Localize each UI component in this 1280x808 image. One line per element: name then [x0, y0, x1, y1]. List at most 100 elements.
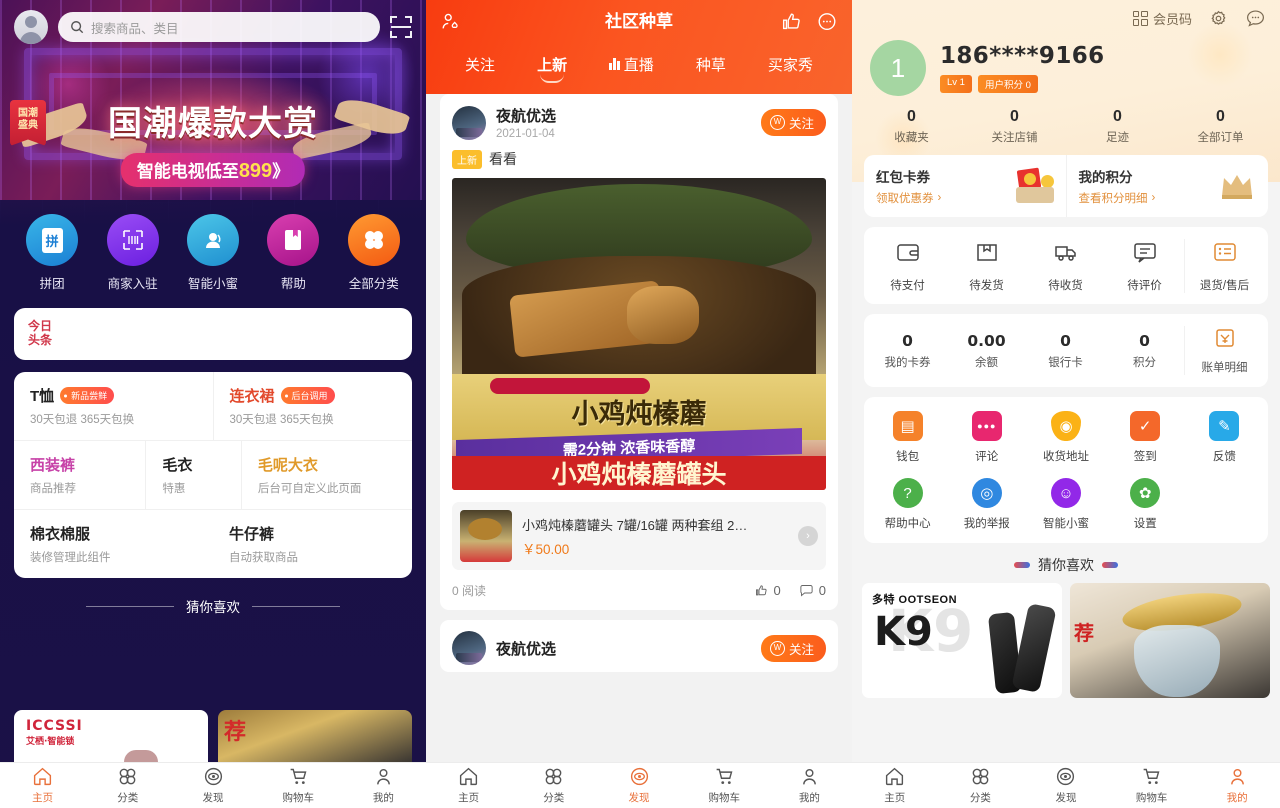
- banner-subtitle[interactable]: 智能电视低至899》: [120, 153, 306, 187]
- chat-bubble-icon[interactable]: [816, 11, 838, 33]
- post-tag: 上新: [452, 149, 482, 169]
- tab-discover[interactable]: 发现: [170, 763, 255, 808]
- sidebar-item-all-categories[interactable]: 全部分类: [338, 214, 410, 292]
- promo-cell[interactable]: 牛仔裤 自动获取商品: [213, 510, 412, 578]
- wallet-coupons[interactable]: 0 我的卡券: [868, 332, 947, 370]
- avatar[interactable]: [452, 631, 486, 665]
- post-image[interactable]: 小鸡炖榛蘑 需2分钟 浓香味香醇 小鸡炖榛蘑罐头: [452, 178, 826, 490]
- tab-cart[interactable]: 购物车: [256, 763, 341, 808]
- follow-button[interactable]: 关注: [760, 634, 826, 662]
- service-address[interactable]: ◉ 收货地址: [1026, 411, 1105, 464]
- news-headline-bar[interactable]: 今日 头条: [14, 308, 412, 360]
- wallet-value: 0: [1139, 331, 1150, 350]
- stat-all-orders[interactable]: 0 全部订单: [1169, 108, 1272, 145]
- tab-cart[interactable]: 购物车: [1109, 763, 1195, 808]
- avatar[interactable]: [452, 105, 486, 140]
- wallet-label: 积分: [1133, 356, 1156, 369]
- product-card[interactable]: 多特 OOTSEON K9 K9: [862, 583, 1062, 698]
- tab-live[interactable]: 直播: [609, 54, 654, 75]
- gear-icon[interactable]: [1208, 8, 1229, 29]
- promo-cell[interactable]: 毛衣 特惠: [145, 441, 241, 509]
- service-smart-assistant[interactable]: ☺ 智能小蜜: [1026, 478, 1105, 531]
- member-code-button[interactable]: 会员码: [1132, 9, 1192, 28]
- thumbs-up-icon[interactable]: [780, 11, 802, 33]
- avatar[interactable]: 1: [870, 40, 926, 96]
- scan-icon[interactable]: [390, 16, 412, 38]
- tab-follow[interactable]: 关注: [465, 54, 495, 75]
- like-button[interactable]: 0: [754, 583, 781, 598]
- order-to-ship[interactable]: 待发货: [947, 239, 1026, 293]
- sidebar-item-smart-assistant[interactable]: 智能小蜜: [177, 214, 249, 292]
- tab-category[interactable]: 分类: [938, 763, 1024, 808]
- promo-title: 棉衣棉服: [30, 526, 91, 543]
- order-to-pay[interactable]: 待支付: [868, 239, 947, 293]
- tab-home[interactable]: 主页: [852, 763, 938, 808]
- tab-new-arrivals[interactable]: 上新: [537, 54, 567, 75]
- tab-home[interactable]: 主页: [426, 763, 511, 808]
- red-packet-entry[interactable]: 红包卡券 领取优惠券 ›: [864, 155, 1066, 217]
- promo-cell[interactable]: 棉衣棉服 装修管理此组件: [14, 510, 213, 578]
- promo-row: 棉衣棉服 装修管理此组件 牛仔裤 自动获取商品: [14, 509, 412, 578]
- service-my-reports[interactable]: ◎ 我的举报: [947, 478, 1026, 531]
- wallet-bankcards[interactable]: 0 银行卡: [1026, 332, 1105, 370]
- service-checkin[interactable]: ✓ 签到: [1106, 411, 1185, 464]
- product-card[interactable]: ICCSSI 艾栖·智能锁: [14, 710, 208, 762]
- search-input[interactable]: 搜索商品、类目: [58, 12, 380, 42]
- wallet-bill-detail[interactable]: 账单明细: [1184, 326, 1264, 375]
- stat-followed-shops[interactable]: 0 关注店铺: [963, 108, 1066, 145]
- tab-category[interactable]: 分类: [511, 763, 596, 808]
- decor-dash-right: [1102, 562, 1118, 568]
- service-settings[interactable]: ✿ 设置: [1106, 478, 1185, 531]
- tab-buyer-show[interactable]: 买家秀: [768, 54, 813, 75]
- tab-label: 关注: [465, 56, 496, 74]
- post-header: 夜航优选 关注: [440, 620, 838, 672]
- promo-cell[interactable]: 毛呢大衣 后台可自定义此页面: [240, 441, 412, 509]
- tab-cart[interactable]: 购物车: [682, 763, 767, 808]
- service-comments[interactable]: ●●● 评论: [947, 411, 1026, 464]
- stat-favorites[interactable]: 0 收藏夹: [860, 108, 963, 145]
- wallet-points[interactable]: 0 积分: [1105, 332, 1184, 370]
- cart-icon: [1143, 768, 1160, 785]
- bottom-tabbar: 主页 分类 发现 购物车 我的: [0, 762, 426, 808]
- service-wallet[interactable]: ▤ 钱包: [868, 411, 947, 464]
- brand-sub: 艾栖·智能锁: [26, 737, 75, 747]
- service-feedback[interactable]: ✎ 反馈: [1185, 411, 1264, 464]
- tab-recommend[interactable]: 种草: [696, 54, 726, 75]
- service-help-center[interactable]: ? 帮助中心: [868, 478, 947, 531]
- product-card[interactable]: 荐: [1070, 583, 1270, 698]
- order-to-review[interactable]: 待评价: [1105, 239, 1184, 293]
- promo-cell[interactable]: 连衣裙 后台调用 30天包退 365天包换: [212, 372, 413, 440]
- promo-cell[interactable]: 西装裤 商品推荐: [14, 441, 145, 509]
- promo-title: 连衣裙: [229, 388, 275, 405]
- tab-profile[interactable]: 我的: [767, 763, 852, 808]
- sidebar-item-help[interactable]: 帮助: [257, 214, 329, 292]
- chevron-right-icon[interactable]: ›: [798, 526, 818, 546]
- user-badges: Lv 1 用户积分 0: [940, 75, 1105, 93]
- tab-discover[interactable]: 发现: [596, 763, 681, 808]
- tab-profile[interactable]: 我的: [341, 763, 426, 808]
- chat-bubble-icon[interactable]: [1245, 8, 1266, 29]
- news-tag: 今日 头条: [28, 319, 52, 348]
- friends-icon[interactable]: [440, 11, 462, 33]
- promo-cell[interactable]: T恤 新品尝鲜 30天包退 365天包换: [14, 372, 213, 440]
- linked-product[interactable]: 小鸡炖榛蘑罐头 7罐/16罐 两种套组 2… ￥50.00 ›: [452, 502, 826, 570]
- points-entry[interactable]: 我的积分 查看积分明细 ›: [1065, 155, 1269, 217]
- stat-footprints[interactable]: 0 足迹: [1066, 108, 1169, 145]
- tab-profile[interactable]: 我的: [1194, 763, 1280, 808]
- bottom-tabbar: 主页 分类 发现 购物车 我的: [852, 762, 1280, 808]
- order-refund[interactable]: 退货/售后: [1184, 239, 1264, 293]
- comment-button[interactable]: 0: [799, 583, 826, 598]
- product-card[interactable]: 荐: [218, 710, 412, 762]
- tab-discover[interactable]: 发现: [1023, 763, 1109, 808]
- services-grid: ▤ 钱包 ●●● 评论 ◉ 收货地址 ✓ 签到 ✎ 反馈 ? 帮助中心 ◎ 我的…: [864, 397, 1268, 543]
- sidebar-item-group-buy[interactable]: 拼 拼团: [16, 214, 88, 292]
- wallet-balance[interactable]: 0.00 余额: [947, 332, 1026, 370]
- order-to-receive[interactable]: 待收货: [1026, 239, 1105, 293]
- product-title: 小鸡炖榛蘑罐头 7罐/16罐 两种套组 2…: [522, 517, 748, 533]
- avatar[interactable]: [14, 10, 48, 44]
- sidebar-item-merchant-join[interactable]: 商家入驻: [97, 214, 169, 292]
- promo-subtitle: 特惠: [162, 483, 186, 495]
- follow-button[interactable]: 关注: [760, 109, 826, 136]
- tab-home[interactable]: 主页: [0, 763, 85, 808]
- tab-category[interactable]: 分类: [85, 763, 170, 808]
